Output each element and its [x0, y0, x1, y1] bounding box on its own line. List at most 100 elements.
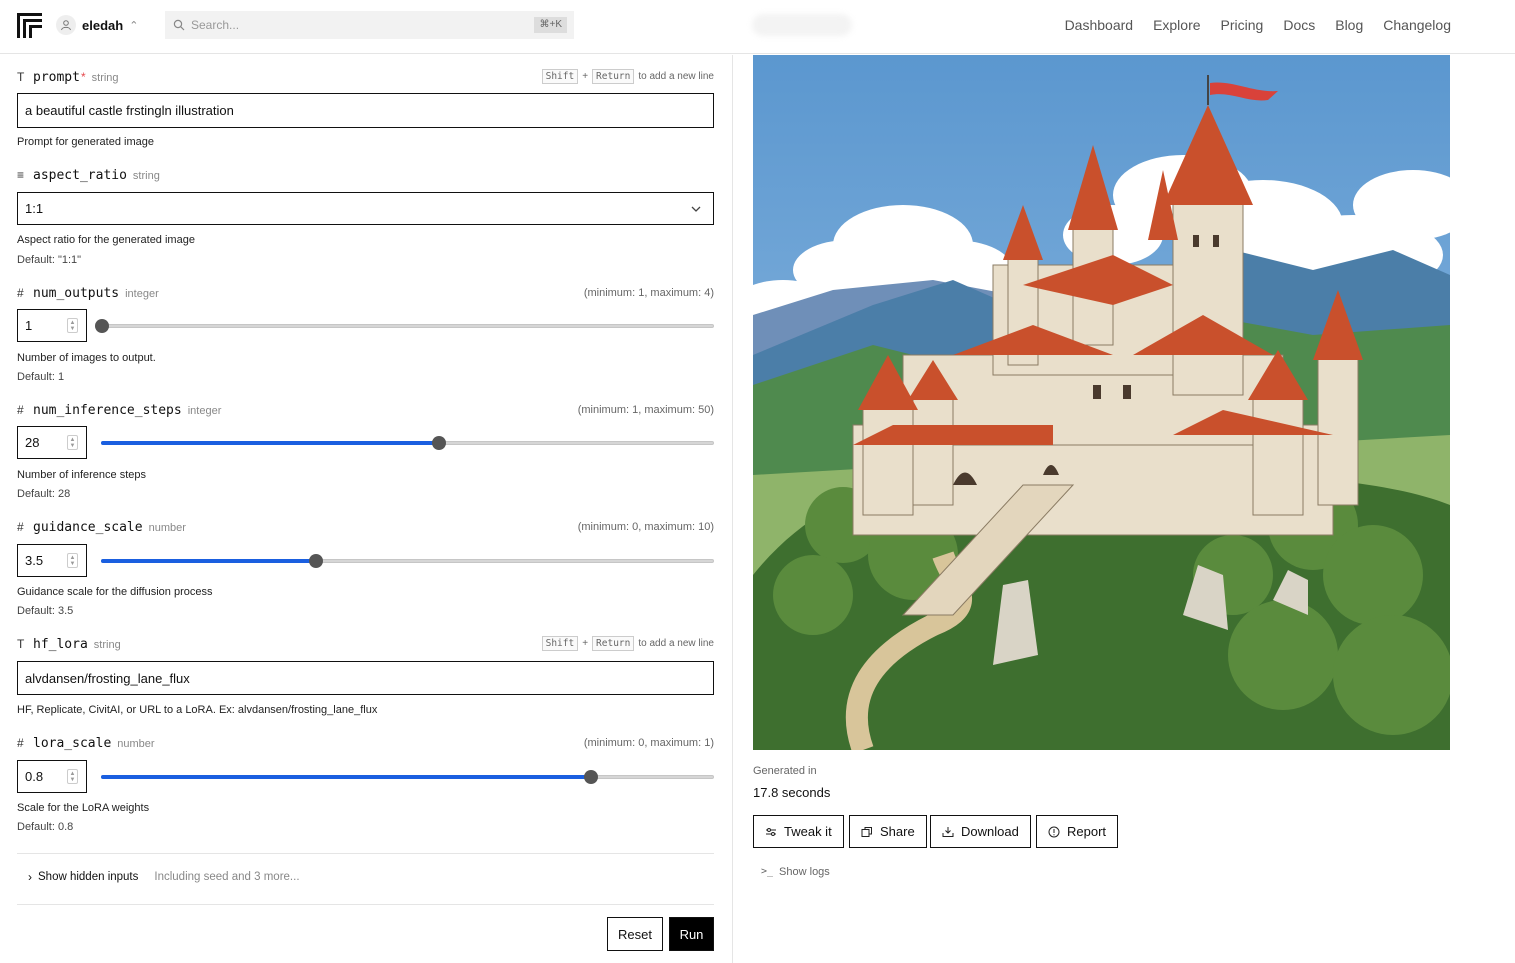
- chevron-down-icon: [691, 206, 701, 212]
- user-avatar-icon: [56, 15, 76, 35]
- share-label: Share: [880, 824, 915, 839]
- guidance-scale-value: 3.5: [25, 553, 44, 568]
- report-button[interactable]: Report: [1036, 815, 1119, 848]
- show-hidden-inputs-toggle[interactable]: › Show hidden inputs Including seed and …: [28, 870, 300, 884]
- num-inference-steps-label: # num_inference_steps integer: [17, 403, 221, 418]
- blurred-badge: [752, 14, 852, 36]
- sliders-icon: [766, 827, 776, 836]
- guidance-scale-input[interactable]: 3.5 ▲ ▼: [17, 544, 87, 577]
- num-outputs-default: Default: 1: [17, 371, 65, 383]
- guidance-scale-default: Default: 3.5: [17, 605, 74, 617]
- replicate-logo-icon[interactable]: [17, 13, 42, 38]
- guidance-scale-description: Guidance scale for the diffusion process: [17, 586, 213, 598]
- tweak-it-button[interactable]: Tweak it: [753, 815, 844, 848]
- prompt-input[interactable]: a beautiful castle frstingln illustratio…: [17, 93, 714, 128]
- prompt-newline-hint: Shift + Return to add a new line: [541, 69, 714, 84]
- username: eledah: [82, 17, 124, 33]
- num-inference-steps-input[interactable]: 28 ▲ ▼: [17, 426, 87, 459]
- output-image[interactable]: [753, 55, 1450, 750]
- prompt-label: T prompt * string: [17, 70, 119, 85]
- show-hidden-inputs-label: Show hidden inputs: [38, 871, 139, 883]
- num-outputs-input[interactable]: 1 ▲ ▼: [17, 309, 87, 342]
- lora-scale-slider[interactable]: [101, 770, 714, 784]
- num-outputs-type: integer: [125, 288, 159, 300]
- run-button[interactable]: Run: [669, 917, 714, 951]
- num-outputs-value: 1: [25, 318, 33, 333]
- top-nav: Dashboard Explore Pricing Docs Blog Chan…: [1065, 17, 1451, 33]
- lora-scale-default: Default: 0.8: [17, 821, 74, 833]
- guidance-scale-range: (minimum: 0, maximum: 10): [577, 521, 714, 533]
- guidance-scale-type: number: [148, 522, 186, 534]
- guidance-scale-label: # guidance_scale number: [17, 520, 186, 535]
- number-type-icon: #: [17, 286, 24, 300]
- number-type-icon: #: [17, 736, 24, 750]
- slider-fill: [101, 441, 438, 445]
- num-inference-steps-range: (minimum: 1, maximum: 50): [577, 404, 714, 416]
- lora-scale-name: lora_scale: [33, 736, 112, 751]
- stepper-icon[interactable]: ▲ ▼: [67, 435, 78, 450]
- hf-lora-name: hf_lora: [33, 637, 88, 652]
- aspect-ratio-type: string: [132, 170, 160, 182]
- tweak-it-label: Tweak it: [784, 824, 832, 839]
- hf-lora-label: T hf_lora string: [17, 637, 121, 652]
- show-logs-label: Show logs: [779, 866, 830, 878]
- number-type-icon: #: [17, 403, 24, 417]
- download-icon: [942, 826, 954, 837]
- aspect-ratio-label: ≡ aspect_ratio string: [17, 168, 160, 183]
- hf-lora-type: string: [93, 639, 121, 651]
- copy-icon: [861, 826, 872, 837]
- aspect-ratio-default: Default: "1:1": [17, 254, 82, 266]
- shift-key: Shift: [541, 636, 579, 651]
- lora-scale-type: number: [117, 738, 155, 750]
- slider-fill: [101, 775, 590, 779]
- share-button[interactable]: Share: [849, 815, 927, 848]
- num-outputs-label: # num_outputs integer: [17, 286, 159, 301]
- aspect-ratio-select[interactable]: 1:1: [17, 192, 714, 225]
- alert-circle-icon: [1048, 826, 1060, 837]
- divider: [17, 904, 714, 905]
- slider-thumb[interactable]: [583, 770, 598, 784]
- nav-docs[interactable]: Docs: [1283, 17, 1315, 33]
- reset-button[interactable]: Reset: [607, 917, 663, 951]
- hf-lora-description: HF, Replicate, CivitAI, or URL to a LoRA…: [17, 704, 378, 716]
- nav-explore[interactable]: Explore: [1153, 17, 1200, 33]
- account-switcher[interactable]: eledah ⌃: [56, 13, 138, 37]
- nav-pricing[interactable]: Pricing: [1221, 17, 1264, 33]
- num-outputs-slider[interactable]: [95, 319, 714, 333]
- num-inference-steps-description: Number of inference steps: [17, 469, 147, 481]
- lora-scale-input[interactable]: 0.8 ▲ ▼: [17, 760, 87, 793]
- guidance-scale-slider[interactable]: [101, 554, 714, 568]
- hint-plus: +: [582, 638, 589, 649]
- required-mark: *: [80, 70, 86, 84]
- num-inference-steps-slider[interactable]: [101, 436, 714, 450]
- top-header: eledah ⌃ Search... ⌘+K Dashboard Explore…: [0, 0, 1515, 54]
- stepper-icon[interactable]: ▲ ▼: [67, 553, 78, 568]
- aspect-ratio-description: Aspect ratio for the generated image: [17, 234, 195, 246]
- stepper-icon[interactable]: ▲ ▼: [67, 318, 78, 333]
- download-button[interactable]: Download: [930, 815, 1031, 848]
- download-label: Download: [961, 824, 1019, 839]
- text-type-icon: T: [17, 70, 25, 84]
- show-logs-link[interactable]: >_ Show logs: [761, 866, 830, 878]
- generated-in-value: 17.8 seconds: [753, 785, 831, 800]
- hint-text: to add a new line: [638, 638, 714, 649]
- slider-thumb[interactable]: [95, 319, 109, 333]
- nav-dashboard[interactable]: Dashboard: [1065, 17, 1134, 33]
- num-outputs-name: num_outputs: [33, 286, 120, 301]
- guidance-scale-name: guidance_scale: [33, 520, 143, 535]
- nav-blog[interactable]: Blog: [1335, 17, 1363, 33]
- stepper-icon[interactable]: ▲ ▼: [67, 769, 78, 784]
- lora-scale-range: (minimum: 0, maximum: 1): [583, 737, 714, 749]
- search-input[interactable]: Search... ⌘+K: [165, 11, 574, 39]
- slider-fill: [101, 559, 315, 563]
- nav-changelog[interactable]: Changelog: [1383, 17, 1451, 33]
- report-label: Report: [1067, 824, 1107, 839]
- prompt-type: string: [91, 72, 119, 84]
- hf-lora-input[interactable]: alvdansen/frosting_lane_flux: [17, 661, 714, 695]
- slider-thumb[interactable]: [308, 554, 323, 568]
- hf-lora-newline-hint: Shift + Return to add a new line: [541, 636, 714, 651]
- num-inference-steps-name: num_inference_steps: [33, 403, 182, 418]
- slider-thumb[interactable]: [431, 436, 446, 450]
- hidden-inputs-summary: Including seed and 3 more...: [154, 871, 300, 883]
- lora-scale-label: # lora_scale number: [17, 736, 155, 751]
